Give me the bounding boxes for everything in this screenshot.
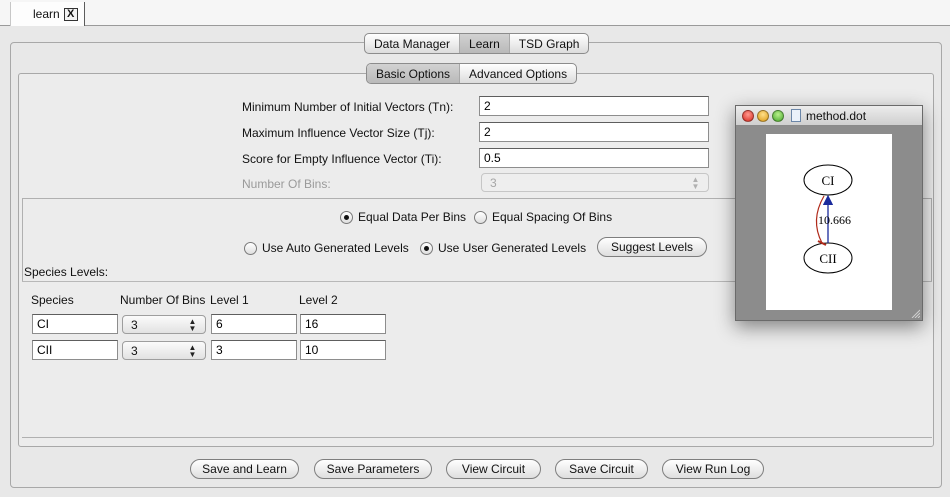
tn-input[interactable]	[479, 96, 709, 116]
col-header-species: Species	[31, 293, 74, 307]
ti-label: Score for Empty Influence Vector (Ti):	[242, 152, 442, 166]
tj-label: Maximum Influence Vector Size (Tj):	[242, 126, 435, 140]
radio-user-levels[interactable]: Use User Generated Levels	[420, 241, 586, 255]
radio-equal-spacing-label: Equal Spacing Of Bins	[492, 210, 613, 224]
level1-input[interactable]	[211, 314, 297, 334]
resize-grip-icon[interactable]	[910, 308, 920, 318]
radio-selected-icon	[420, 241, 433, 255]
species-bins-select[interactable]: 3 ▲ ▼	[122, 341, 206, 360]
close-tab-icon[interactable]: X	[63, 7, 78, 21]
tj-input[interactable]	[479, 122, 709, 142]
radio-selected-icon	[340, 210, 353, 224]
graph-node-ci-label: CI	[822, 173, 835, 188]
radio-equal-spacing[interactable]: Equal Spacing Of Bins	[474, 210, 612, 224]
bins-select[interactable]: 3 ▲ ▼	[481, 173, 709, 192]
radio-unselected-icon	[244, 241, 257, 255]
species-name-input[interactable]	[32, 314, 118, 334]
radio-unselected-icon	[474, 210, 487, 224]
save-circuit-button[interactable]: Save Circuit	[555, 459, 648, 479]
graph-window-title: method.dot	[806, 108, 867, 123]
save-and-learn-button[interactable]: Save and Learn	[190, 459, 299, 479]
species-levels-title: Species Levels:	[24, 265, 109, 279]
tab-learn[interactable]: Learn	[460, 34, 510, 53]
level2-input[interactable]	[300, 340, 386, 360]
stepper-arrows-icon: ▲ ▼	[188, 316, 197, 333]
document-tab-label: learn	[33, 7, 60, 21]
species-bins-value: 3	[131, 317, 138, 332]
species-name-input[interactable]	[32, 340, 118, 360]
graph-canvas: CI CII 10.666	[766, 134, 892, 310]
suggest-levels-button[interactable]: Suggest Levels	[597, 237, 707, 257]
document-icon	[791, 109, 801, 122]
radio-equal-data-label: Equal Data Per Bins	[358, 210, 467, 224]
radio-auto-levels[interactable]: Use Auto Generated Levels	[244, 241, 409, 255]
main-tab-control: Data Manager Learn TSD Graph	[364, 33, 590, 54]
col-header-level2: Level 2	[299, 293, 338, 307]
save-parameters-button[interactable]: Save Parameters	[314, 459, 432, 479]
stepper-arrows-icon: ▲ ▼	[691, 174, 700, 191]
tab-basic-options[interactable]: Basic Options	[367, 64, 461, 83]
graph-window-titlebar[interactable]: method.dot	[736, 106, 922, 126]
level2-input[interactable]	[300, 314, 386, 334]
radio-equal-data[interactable]: Equal Data Per Bins	[340, 210, 466, 224]
view-circuit-button[interactable]: View Circuit	[446, 459, 541, 479]
level1-input[interactable]	[211, 340, 297, 360]
circuit-graph: CI CII 10.666	[803, 164, 853, 274]
document-tab-bar: learn X	[0, 0, 950, 26]
view-run-log-button[interactable]: View Run Log	[662, 459, 764, 479]
bins-label: Number Of Bins:	[242, 177, 331, 191]
graph-node-cii-label: CII	[819, 251, 836, 266]
close-window-icon[interactable]	[742, 109, 754, 122]
tn-label: Minimum Number of Initial Vectors (Tn):	[242, 100, 454, 114]
bins-select-value: 3	[490, 175, 497, 190]
col-header-level1: Level 1	[210, 293, 249, 307]
document-tab-learn[interactable]: learn X	[10, 2, 85, 26]
graph-window[interactable]: method.dot CI CII 10.666	[735, 105, 923, 321]
tab-data-manager[interactable]: Data Manager	[365, 34, 461, 53]
graph-edge-label: 10.666	[818, 213, 851, 227]
stepper-arrows-icon: ▲ ▼	[188, 342, 197, 359]
radio-auto-levels-label: Use Auto Generated Levels	[262, 241, 409, 255]
tab-advanced-options[interactable]: Advanced Options	[460, 64, 576, 83]
radio-user-levels-label: Use User Generated Levels	[438, 241, 587, 255]
ti-input[interactable]	[479, 148, 709, 168]
minimize-window-icon[interactable]	[757, 109, 769, 122]
tab-tsd-graph[interactable]: TSD Graph	[510, 34, 589, 53]
zoom-window-icon[interactable]	[772, 109, 784, 122]
species-bins-value: 3	[131, 343, 138, 358]
col-header-bins: Number Of Bins	[120, 293, 206, 307]
options-tab-control: Basic Options Advanced Options	[366, 63, 578, 84]
species-bins-select[interactable]: 3 ▲ ▼	[122, 315, 206, 334]
